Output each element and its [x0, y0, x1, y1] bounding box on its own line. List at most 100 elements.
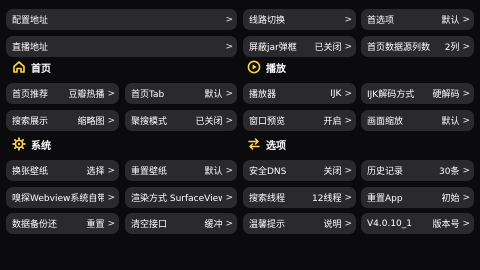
picture-scale-label: 画面缩放	[367, 117, 404, 127]
chevron-right-icon: >	[462, 88, 470, 99]
clear-interface-item[interactable]: 清空接口 缓冲 >	[125, 213, 237, 234]
chevron-right-icon: >	[107, 165, 115, 176]
data-backup-label: 数据备份还	[12, 220, 58, 230]
chevron-right-icon: >	[225, 115, 233, 126]
play-icon	[247, 60, 261, 74]
home-recommend-item[interactable]: 首页推荐 豆瓣热播 >	[6, 83, 119, 104]
player-label: 播放器	[249, 90, 277, 100]
chevron-right-icon: >	[344, 165, 352, 176]
chevron-right-icon: >	[225, 14, 233, 25]
version-value: 版本号	[432, 220, 460, 230]
chevron-right-icon: >	[225, 218, 233, 229]
search-threads-label: 搜索线程	[249, 194, 286, 204]
render-mode-label: 渲染方式 SurfaceView	[131, 194, 223, 204]
preferences-value: 默认	[441, 16, 460, 26]
chevron-right-icon: >	[344, 218, 352, 229]
config-address-item[interactable]: 配置地址 >	[6, 9, 237, 30]
live-address-label: 直播地址	[12, 43, 49, 53]
version-item[interactable]: V4.0.10_1 版本号 >	[361, 213, 474, 234]
clear-interface-value: 缓冲	[204, 220, 223, 230]
reset-wallpaper-label: 重置壁纸	[131, 167, 168, 177]
chevron-right-icon: >	[225, 88, 233, 99]
search-threads-item[interactable]: 搜索线程 12线程 >	[243, 187, 356, 208]
reset-wallpaper-item[interactable]: 重置壁纸 默认 >	[125, 160, 237, 181]
window-preview-label: 窗口预览	[249, 117, 286, 127]
home-recommend-value: 豆瓣热播	[68, 90, 105, 100]
chevron-right-icon: >	[462, 14, 470, 25]
reset-app-item[interactable]: 重置App 初始 >	[361, 187, 474, 208]
line-switch-item[interactable]: 线路切换 >	[243, 9, 356, 30]
section-play-title: 播放	[266, 63, 286, 75]
chevron-right-icon: >	[344, 88, 352, 99]
home-source-columns-value: 2列	[444, 43, 460, 53]
section-home: 首页	[12, 58, 51, 76]
ijk-decode-label: IJK解码方式	[367, 90, 415, 100]
gear-icon	[12, 137, 26, 151]
chevron-right-icon: >	[344, 115, 352, 126]
reset-app-value: 初始	[441, 194, 460, 204]
block-jar-popup-value: 已关闭	[314, 43, 342, 53]
chevron-right-icon: >	[225, 165, 233, 176]
tips-value: 说明	[323, 220, 342, 230]
tips-item[interactable]: 温馨提示 说明 >	[243, 213, 356, 234]
home-source-columns-item[interactable]: 首页数据源列数 2列 >	[361, 36, 474, 57]
home-tab-value: 默认	[204, 90, 223, 100]
section-system: 系统	[12, 135, 51, 153]
section-home-title: 首页	[31, 63, 51, 75]
chevron-right-icon: >	[462, 192, 470, 203]
secure-dns-value: 关闭	[323, 167, 342, 177]
swap-icon	[248, 138, 260, 150]
chevron-right-icon: >	[107, 218, 115, 229]
ijk-decode-value: 硬解码	[432, 90, 460, 100]
reset-app-label: 重置App	[367, 194, 403, 204]
preferences-item[interactable]: 首选项 默认 >	[361, 9, 474, 30]
section-play: 播放	[247, 58, 286, 76]
player-item[interactable]: 播放器 IJK >	[243, 83, 356, 104]
secure-dns-item[interactable]: 安全DNS 关闭 >	[243, 160, 356, 181]
sniff-webview-item[interactable]: 嗅探Webview系统自带 >	[6, 187, 119, 208]
section-options-title: 选项	[266, 140, 286, 152]
search-threads-value: 12线程	[312, 194, 342, 204]
chevron-right-icon: >	[107, 115, 115, 126]
chevron-right-icon: >	[462, 115, 470, 126]
home-recommend-label: 首页推荐	[12, 90, 49, 100]
data-backup-item[interactable]: 数据备份还 重置 >	[6, 213, 119, 234]
data-backup-value: 重置	[86, 220, 105, 230]
picture-scale-item[interactable]: 画面缩放 默认 >	[361, 110, 474, 131]
chevron-right-icon: >	[462, 165, 470, 176]
search-display-item[interactable]: 搜索展示 缩略图 >	[6, 110, 119, 131]
chevron-right-icon: >	[462, 41, 470, 52]
history-value: 30条	[439, 167, 460, 177]
history-item[interactable]: 历史记录 30条 >	[361, 160, 474, 181]
home-icon	[13, 61, 25, 73]
block-jar-popup-item[interactable]: 屏蔽jar弹框 已关闭 >	[243, 36, 356, 57]
tips-label: 温馨提示	[249, 220, 286, 230]
history-label: 历史记录	[367, 167, 404, 177]
aggregate-search-label: 聚搜模式	[131, 117, 168, 127]
change-wallpaper-value: 选择	[86, 167, 105, 177]
aggregate-search-value: 已关闭	[195, 117, 223, 127]
player-value: IJK	[330, 88, 342, 99]
home-tab-label: 首页Tab	[131, 90, 165, 100]
preferences-label: 首选项	[367, 16, 395, 26]
section-system-title: 系统	[31, 140, 51, 152]
search-display-label: 搜索展示	[12, 117, 49, 127]
secure-dns-label: 安全DNS	[249, 167, 287, 177]
block-jar-popup-label: 屏蔽jar弹框	[249, 43, 297, 53]
picture-scale-value: 默认	[441, 117, 460, 127]
window-preview-item[interactable]: 窗口预览 开启 >	[243, 110, 356, 131]
line-switch-label: 线路切换	[249, 16, 286, 26]
live-address-item[interactable]: 直播地址 >	[6, 36, 237, 57]
render-mode-item[interactable]: 渲染方式 SurfaceView >	[125, 187, 237, 208]
home-source-columns-label: 首页数据源列数	[367, 43, 431, 53]
section-options: 选项	[247, 135, 286, 153]
window-preview-value: 开启	[323, 117, 342, 127]
home-tab-item[interactable]: 首页Tab 默认 >	[125, 83, 237, 104]
version-label: V4.0.10_1	[367, 218, 413, 229]
chevron-right-icon: >	[344, 41, 352, 52]
chevron-right-icon: >	[344, 14, 352, 25]
aggregate-search-item[interactable]: 聚搜模式 已关闭 >	[125, 110, 237, 131]
change-wallpaper-item[interactable]: 换张壁纸 选择 >	[6, 160, 119, 181]
ijk-decode-item[interactable]: IJK解码方式 硬解码 >	[361, 83, 474, 104]
chevron-right-icon: >	[225, 41, 233, 52]
